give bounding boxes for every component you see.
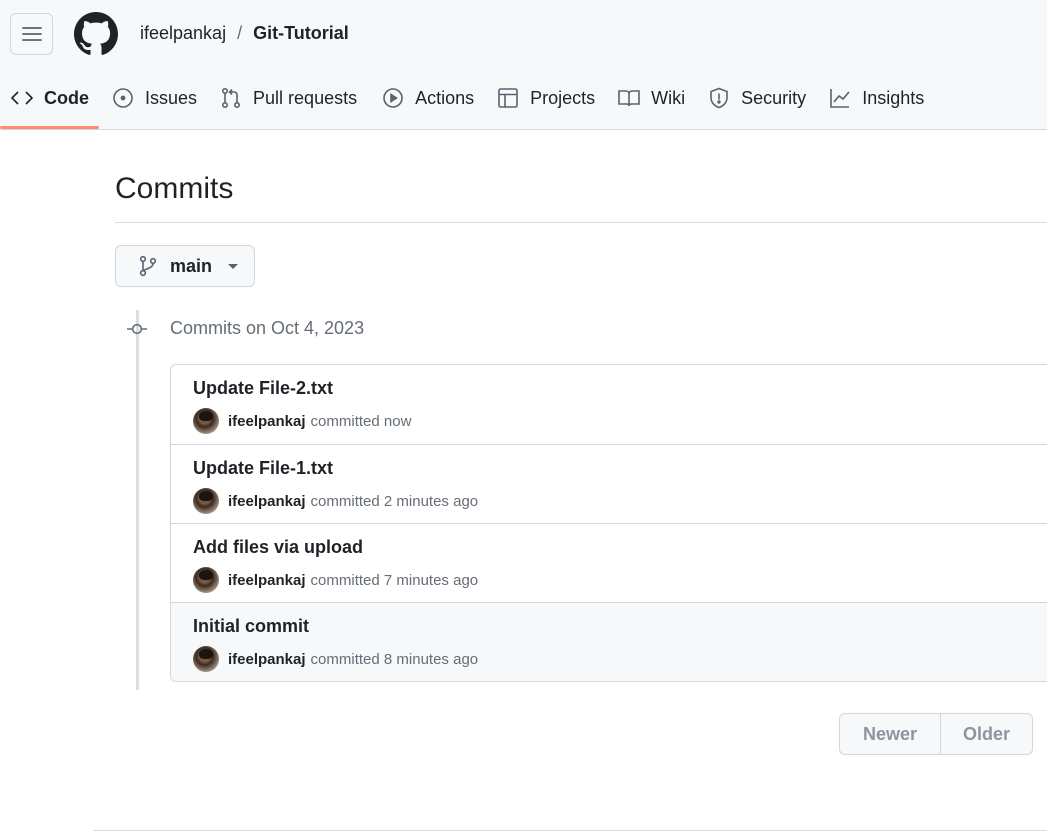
tab-actions[interactable]: Actions bbox=[371, 73, 484, 123]
footer-divider bbox=[93, 830, 1047, 831]
commit-title-link[interactable]: Initial commit bbox=[193, 616, 1047, 640]
branch-select-button[interactable]: main bbox=[115, 245, 255, 287]
timeline-line bbox=[136, 310, 139, 690]
commit-group-heading: Commits on Oct 4, 2023 bbox=[170, 318, 365, 338]
breadcrumb-separator: / bbox=[237, 23, 243, 43]
tab-wiki[interactable]: Wiki bbox=[607, 73, 695, 123]
title-divider bbox=[115, 222, 1047, 223]
commit-author-link[interactable]: ifeelpankaj bbox=[228, 572, 306, 589]
repo-nav-tabs: Code Issues Pull requests Actions Projec… bbox=[0, 73, 934, 130]
commit-time: committed now bbox=[310, 412, 412, 430]
avatar[interactable] bbox=[193, 408, 219, 434]
caret-down-icon bbox=[228, 263, 239, 269]
tab-label: Pull requests bbox=[253, 87, 358, 108]
tab-label: Security bbox=[741, 87, 807, 108]
hamburger-icon bbox=[21, 27, 42, 41]
git-branch-icon bbox=[139, 255, 157, 277]
commit-row: Update File-1.txt ifeelpankaj committed … bbox=[171, 444, 1047, 523]
commit-row: Add files via upload ifeelpankaj committ… bbox=[171, 523, 1047, 602]
shield-icon bbox=[710, 87, 728, 109]
menu-button[interactable] bbox=[10, 13, 53, 55]
issue-opened-icon bbox=[113, 88, 133, 108]
tab-label: Actions bbox=[415, 87, 475, 108]
commit-title-link[interactable]: Update File-2.txt bbox=[193, 378, 1047, 402]
avatar[interactable] bbox=[193, 646, 219, 672]
commit-row: Update File-2.txt ifeelpankaj committed … bbox=[171, 365, 1047, 444]
newer-button[interactable]: Newer bbox=[840, 714, 941, 754]
breadcrumb: ifeelpankaj / Git-Tutorial bbox=[140, 23, 349, 44]
tab-code[interactable]: Code bbox=[0, 73, 99, 129]
commit-author-link[interactable]: ifeelpankaj bbox=[228, 493, 306, 510]
pagination: Newer Older bbox=[839, 713, 1033, 755]
table-icon bbox=[498, 88, 518, 108]
repo-name-link[interactable]: Git-Tutorial bbox=[253, 23, 349, 44]
github-logo-icon[interactable] bbox=[74, 12, 118, 56]
commit-time: committed 8 minutes ago bbox=[310, 650, 479, 668]
older-button[interactable]: Older bbox=[941, 714, 1032, 754]
git-commit-icon bbox=[127, 323, 147, 335]
code-icon bbox=[10, 91, 34, 105]
tab-security[interactable]: Security bbox=[697, 73, 816, 123]
repo-owner-link[interactable]: ifeelpankaj bbox=[140, 23, 226, 44]
avatar[interactable] bbox=[193, 488, 219, 514]
tab-projects[interactable]: Projects bbox=[486, 73, 605, 123]
commit-list: Update File-2.txt ifeelpankaj committed … bbox=[170, 364, 1047, 682]
commit-time: committed 2 minutes ago bbox=[310, 492, 479, 510]
tab-label: Issues bbox=[145, 87, 198, 108]
commit-author-link[interactable]: ifeelpankaj bbox=[228, 413, 306, 430]
tab-issues[interactable]: Issues bbox=[101, 73, 207, 123]
play-icon bbox=[383, 88, 403, 108]
commit-time: committed 7 minutes ago bbox=[310, 571, 479, 589]
commit-title-link[interactable]: Add files via upload bbox=[193, 537, 1047, 561]
book-icon bbox=[618, 90, 640, 107]
commit-row: Initial commit ifeelpankaj committed 8 m… bbox=[171, 602, 1047, 681]
tab-insights[interactable]: Insights bbox=[818, 73, 934, 123]
graph-icon bbox=[830, 89, 850, 108]
tab-pull-requests[interactable]: Pull requests bbox=[209, 73, 367, 123]
tab-label: Insights bbox=[862, 87, 925, 108]
git-pull-request-icon bbox=[222, 87, 241, 108]
page-title: Commits bbox=[115, 172, 234, 205]
commit-title-link[interactable]: Update File-1.txt bbox=[193, 458, 1047, 482]
repo-header: ifeelpankaj / Git-Tutorial Code Issues P… bbox=[0, 0, 1047, 130]
branch-name: main bbox=[170, 255, 213, 276]
commit-author-link[interactable]: ifeelpankaj bbox=[228, 651, 306, 668]
tab-label: Wiki bbox=[651, 87, 686, 108]
tab-label: Projects bbox=[530, 87, 596, 108]
avatar[interactable] bbox=[193, 567, 219, 593]
tab-label: Code bbox=[44, 87, 89, 108]
